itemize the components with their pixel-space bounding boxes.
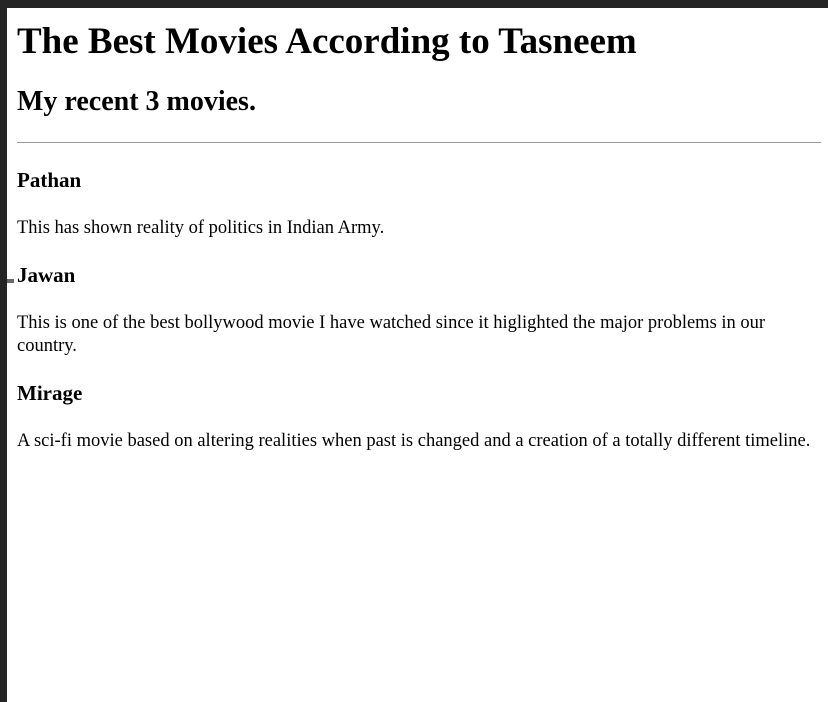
page-content: The Best Movies According to Tasneem My … xyxy=(17,8,821,453)
movie-entry-mirage: Mirage A sci-fi movie based on altering … xyxy=(17,358,821,453)
movie-title: Jawan xyxy=(17,263,76,287)
window-edge-marker xyxy=(7,279,14,283)
movie-title: Pathan xyxy=(17,168,82,192)
movie-description: A sci-fi movie based on altering realiti… xyxy=(17,431,811,451)
browser-viewport: The Best Movies According to Tasneem My … xyxy=(7,8,828,702)
page-title: The Best Movies According to Tasneem xyxy=(17,21,637,62)
page-subtitle: My recent 3 movies. xyxy=(17,86,256,117)
movie-entry-pathan: Pathan This has shown reality of politic… xyxy=(17,143,821,240)
movie-title: Mirage xyxy=(17,381,83,405)
movie-description: This is one of the best bollywood movie … xyxy=(17,313,766,356)
movie-description: This has shown reality of politics in In… xyxy=(17,218,385,238)
movie-entry-jawan: Jawan This is one of the best bollywood … xyxy=(17,240,821,358)
